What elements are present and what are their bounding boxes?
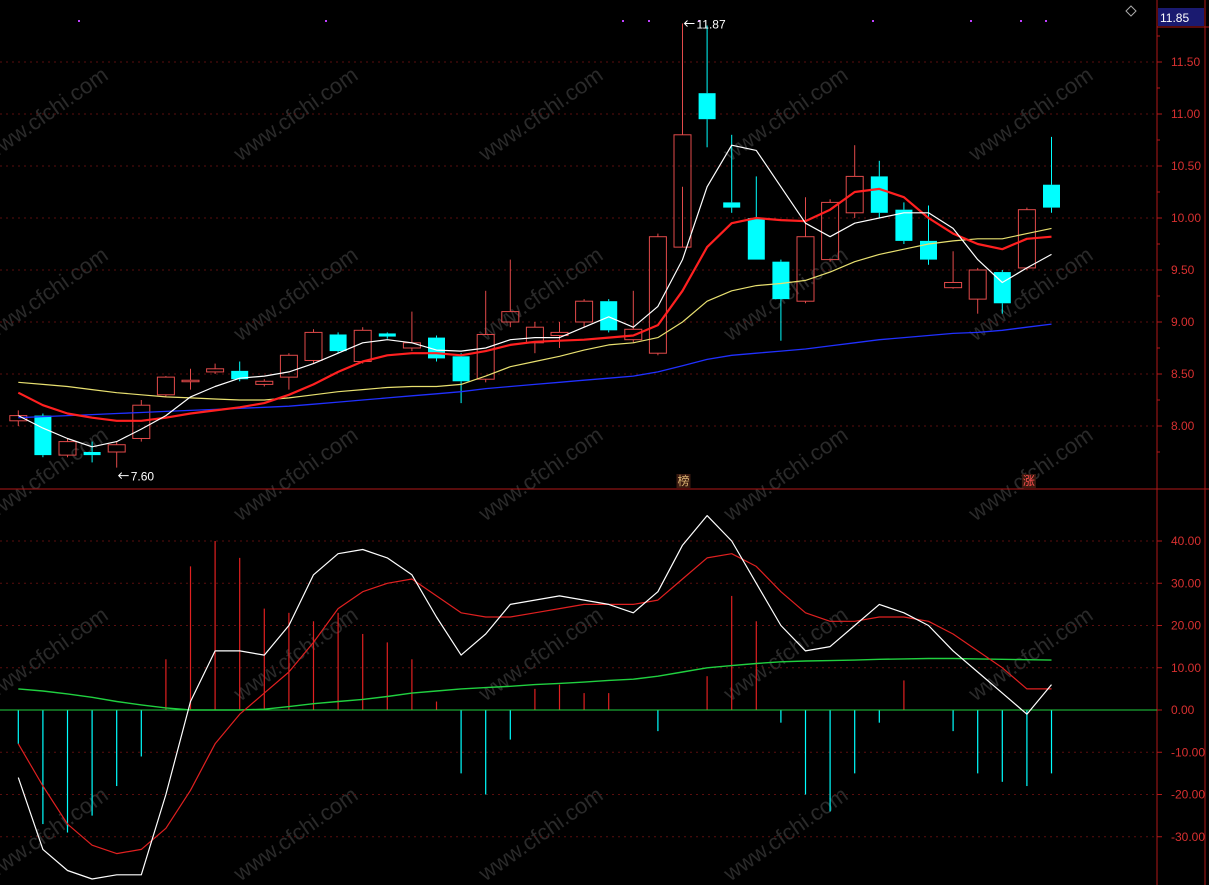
signal-dot [648, 20, 650, 22]
osc-tick-label: 10.00 [1171, 661, 1201, 675]
osc-tick-label: 0.00 [1171, 703, 1195, 717]
candle-body-down [378, 333, 396, 337]
osc-tick-label: 40.00 [1171, 534, 1201, 548]
candle-body-down [600, 301, 618, 331]
osc-tick-label: 20.00 [1171, 619, 1201, 633]
badge-zhang: 涨 [1023, 473, 1035, 488]
signal-dot [325, 20, 327, 22]
price-tick-label: 8.50 [1171, 367, 1195, 381]
osc-tick-label: 30.00 [1171, 576, 1201, 590]
stock-chart[interactable]: www.cfchi.com www.cfchi.com www.cfchi.com w… [0, 0, 1209, 885]
price-tick-label: 8.00 [1171, 419, 1195, 433]
low-price-label: 7.60 [131, 470, 155, 484]
price-tick-label: 11.50 [1171, 55, 1200, 69]
signal-dot [872, 20, 874, 22]
candle-body-down [747, 218, 765, 260]
signal-dot [1020, 20, 1022, 22]
osc-tick-label: -10.00 [1171, 745, 1205, 759]
candlestick[interactable] [600, 299, 618, 333]
candle-body-down [1043, 184, 1060, 208]
osc-tick-label: -20.00 [1171, 788, 1205, 802]
signal-dot [970, 20, 972, 22]
osc-tick-label: -30.00 [1171, 830, 1205, 844]
price-tick-label: 10.50 [1171, 159, 1201, 173]
candle-body-down [723, 202, 741, 208]
price-tick-label: 9.50 [1171, 263, 1195, 277]
candle-body-down [83, 452, 101, 456]
price-tick-label: 10.00 [1171, 211, 1201, 225]
price-tick-label: 9.00 [1171, 315, 1195, 329]
candle-body-down [329, 334, 347, 352]
candle-body-down [698, 93, 716, 120]
candle-body-down [34, 415, 52, 456]
candlestick[interactable] [34, 413, 52, 458]
signal-dot [78, 20, 80, 22]
candle-body-down [870, 176, 888, 213]
badge-bang: 榜 [677, 473, 689, 488]
signal-dot [622, 20, 624, 22]
candle-body-down [452, 356, 470, 382]
high-price-label: 11.87 [697, 18, 726, 32]
current-price-label: 11.85 [1160, 11, 1189, 25]
price-tick-label: 11.00 [1171, 107, 1200, 121]
signal-dot [1045, 20, 1047, 22]
candle-body-down [772, 261, 790, 300]
